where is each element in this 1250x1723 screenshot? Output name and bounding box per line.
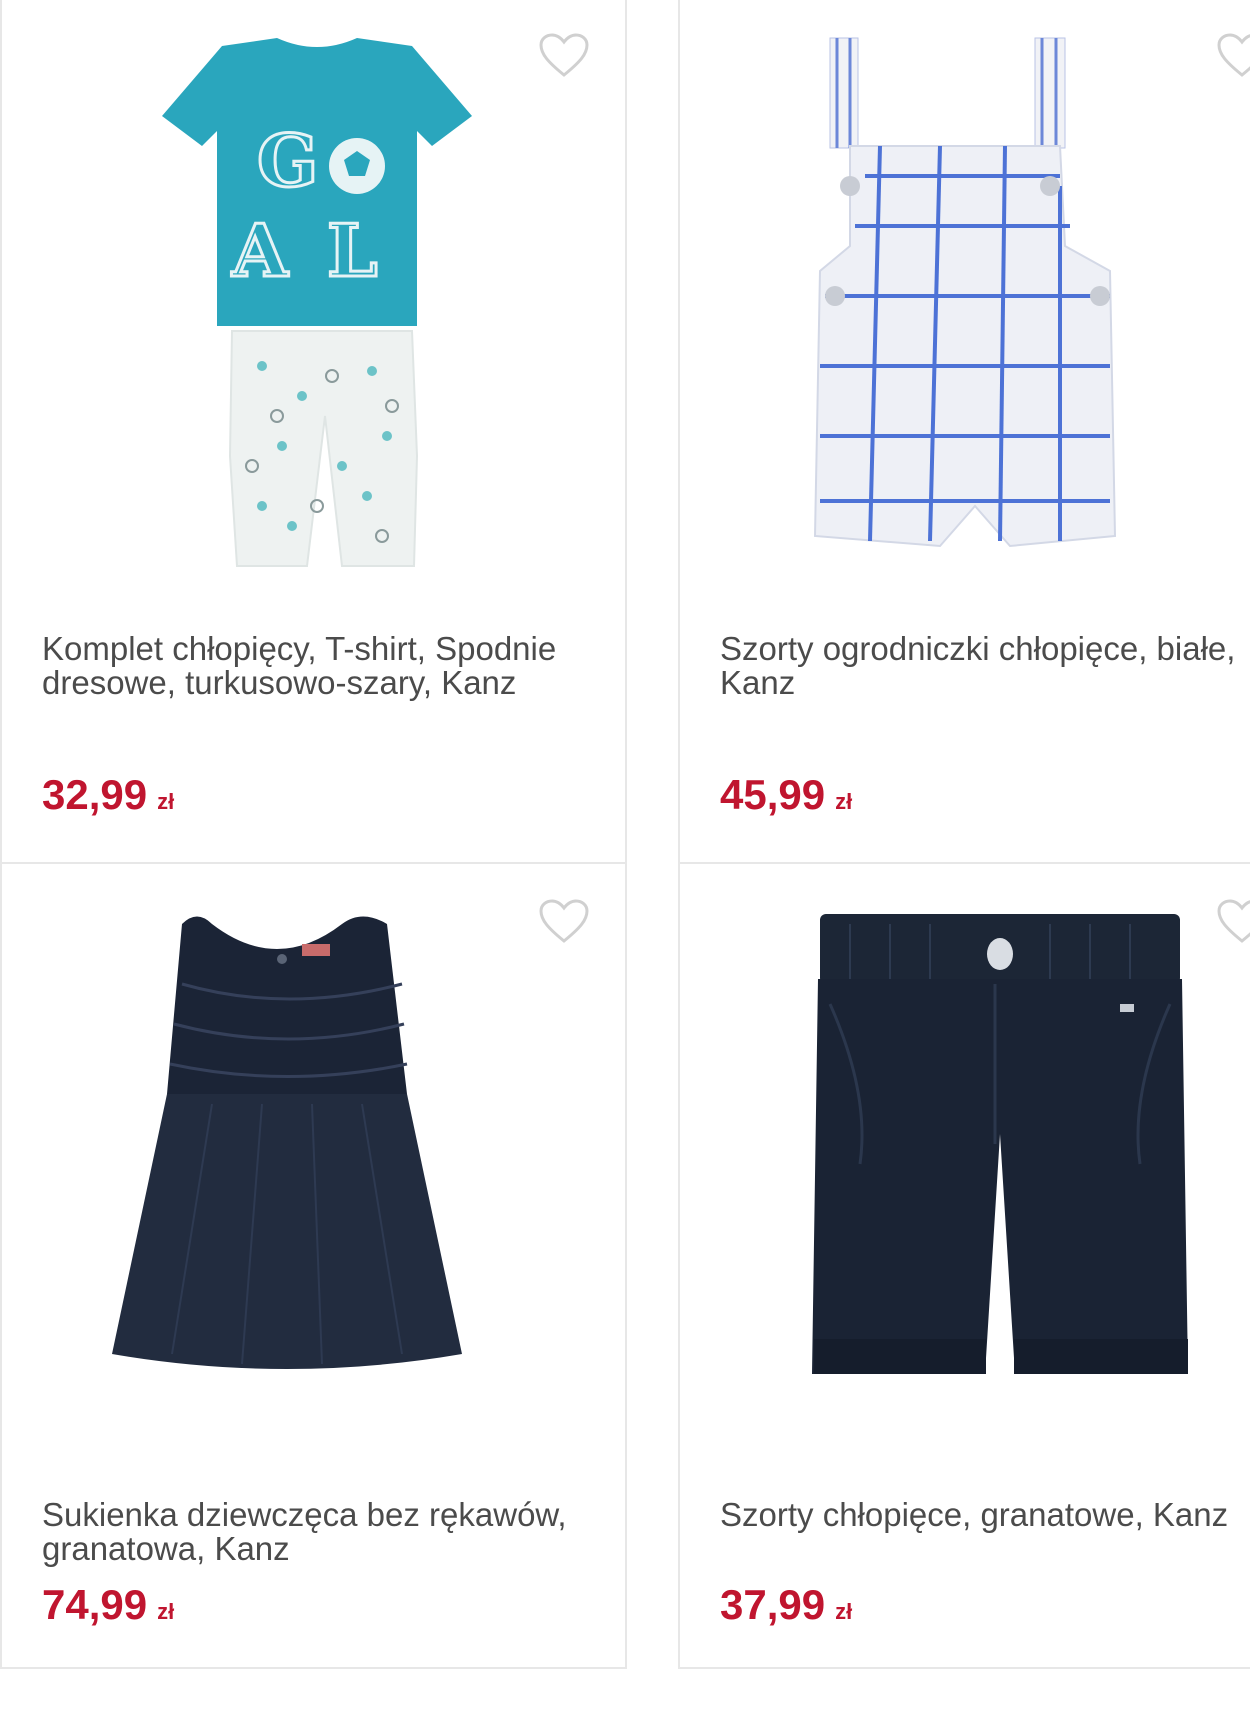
price-currency: zł bbox=[835, 1599, 853, 1624]
product-price: 37,99 zł bbox=[720, 1584, 852, 1633]
product-price: 32,99 zł bbox=[42, 774, 174, 823]
product-card[interactable]: Sukienka dziewczęca bez rękawów, granato… bbox=[0, 862, 627, 1669]
price-currency: zł bbox=[157, 1599, 175, 1624]
price-value: 32,99 bbox=[42, 771, 148, 818]
price-value: 37,99 bbox=[720, 1581, 826, 1628]
product-title[interactable]: Sukienka dziewczęca bez rękawów, granato… bbox=[42, 1498, 602, 1566]
favorite-heart-icon[interactable] bbox=[1216, 32, 1250, 78]
favorite-heart-icon[interactable] bbox=[538, 32, 590, 78]
favorite-heart-icon[interactable] bbox=[1216, 898, 1250, 944]
product-title[interactable]: Szorty ogrodniczki chłopięce, białe, Kan… bbox=[720, 632, 1250, 700]
price-currency: zł bbox=[157, 789, 175, 814]
product-price: 45,99 zł bbox=[720, 774, 852, 823]
product-price: 74,99 zł bbox=[42, 1584, 174, 1633]
svg-text:A: A bbox=[231, 208, 289, 293]
product-card[interactable]: Szorty chłopięce, granatowe, Kanz 37,99 z… bbox=[678, 862, 1250, 1669]
product-card[interactable]: G A L Komplet chłopięcy, T-shirt, Spodni… bbox=[0, 0, 627, 864]
product-card[interactable]: Szorty ogrodniczki chłopięce, białe, Kan… bbox=[678, 0, 1250, 864]
price-currency: zł bbox=[835, 789, 853, 814]
price-value: 74,99 bbox=[42, 1581, 148, 1628]
price-value: 45,99 bbox=[720, 771, 826, 818]
product-image[interactable]: G A L bbox=[132, 36, 502, 596]
svg-text:L: L bbox=[327, 208, 378, 293]
svg-text:G: G bbox=[257, 118, 319, 203]
product-image[interactable] bbox=[790, 914, 1210, 1384]
product-image[interactable] bbox=[810, 36, 1140, 596]
product-image[interactable] bbox=[112, 904, 512, 1384]
product-title[interactable]: Komplet chłopięcy, T-shirt, Spodnie dres… bbox=[42, 632, 602, 700]
product-title[interactable]: Szorty chłopięce, granatowe, Kanz bbox=[720, 1498, 1250, 1532]
favorite-heart-icon[interactable] bbox=[538, 898, 590, 944]
product-grid: G A L Komplet chłopięcy, T-shirt, Spodni… bbox=[0, 0, 1250, 1723]
